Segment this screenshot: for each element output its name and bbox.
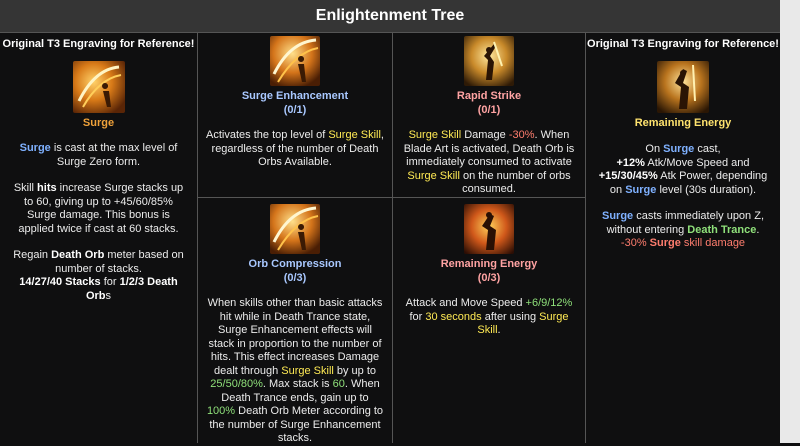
side-strip — [780, 0, 800, 443]
remaining-energy-icon — [464, 204, 514, 254]
node-orb-compression[interactable]: Orb Compression (0/3) When skills other … — [198, 198, 393, 444]
skill-name: Surge — [82, 116, 115, 129]
reference-header: Original T3 Engraving for Reference! — [587, 38, 779, 50]
skill-name: Remaining Energy — [440, 258, 538, 270]
page-title-text: Enlightenment Tree — [315, 7, 465, 24]
reference-desc-3: Regain Death Orb meter based on number o… — [13, 249, 184, 302]
reference-desc-2: Skill hits increase Surge stacks up to 6… — [13, 182, 184, 235]
skill-name: Orb Compression — [248, 258, 342, 270]
reference-desc-1: Surge is cast at the max level of Surge … — [19, 142, 178, 168]
skill-rank: (0/3) — [283, 271, 307, 284]
skill-name: Surge Enhancement — [241, 90, 349, 102]
remaining-energy-engraving-icon — [657, 60, 709, 113]
rapid-strike-icon — [464, 36, 514, 86]
skill-rank: (0/3) — [477, 271, 501, 284]
surge-skill-icon — [72, 60, 125, 113]
node-rapid-strike[interactable]: Rapid Strike (0/1) Surge Skill Damage -3… — [393, 32, 586, 198]
reference-desc-2: Surge casts immediately upon Z, without … — [601, 210, 765, 249]
page-title: Enlightenment Tree — [0, 0, 780, 33]
reference-panel-remaining-energy: Original T3 Engraving for Reference! Rem… — [586, 32, 780, 443]
node-surge-enhancement[interactable]: Surge Enhancement (0/1) Activates the to… — [198, 32, 393, 198]
skill-name: Rapid Strike — [456, 90, 522, 102]
skill-name: Remaining Energy — [634, 116, 732, 129]
orb-compression-icon — [270, 204, 320, 254]
skill-rank: (0/1) — [477, 103, 501, 116]
skill-description: Surge Skill Damage -30%. When Blade Art … — [403, 129, 575, 195]
surge-enhancement-icon — [270, 36, 320, 86]
skill-rank: (0/1) — [283, 103, 307, 116]
reference-header: Original T3 Engraving for Reference! — [2, 38, 195, 50]
skill-description: Attack and Move Speed +6/9/12% for 30 se… — [405, 297, 573, 336]
node-remaining-energy[interactable]: Remaining Energy (0/3) Attack and Move S… — [393, 198, 586, 443]
reference-panel-surge: Original T3 Engraving for Reference! Sur… — [0, 32, 198, 443]
skill-description: Activates the top level of Surge Skill, … — [206, 129, 384, 168]
skill-description: When skills other than basic attacks hit… — [206, 297, 384, 444]
reference-desc-1: On Surge cast, +12% Atk/Move Speed and +1… — [598, 143, 768, 196]
